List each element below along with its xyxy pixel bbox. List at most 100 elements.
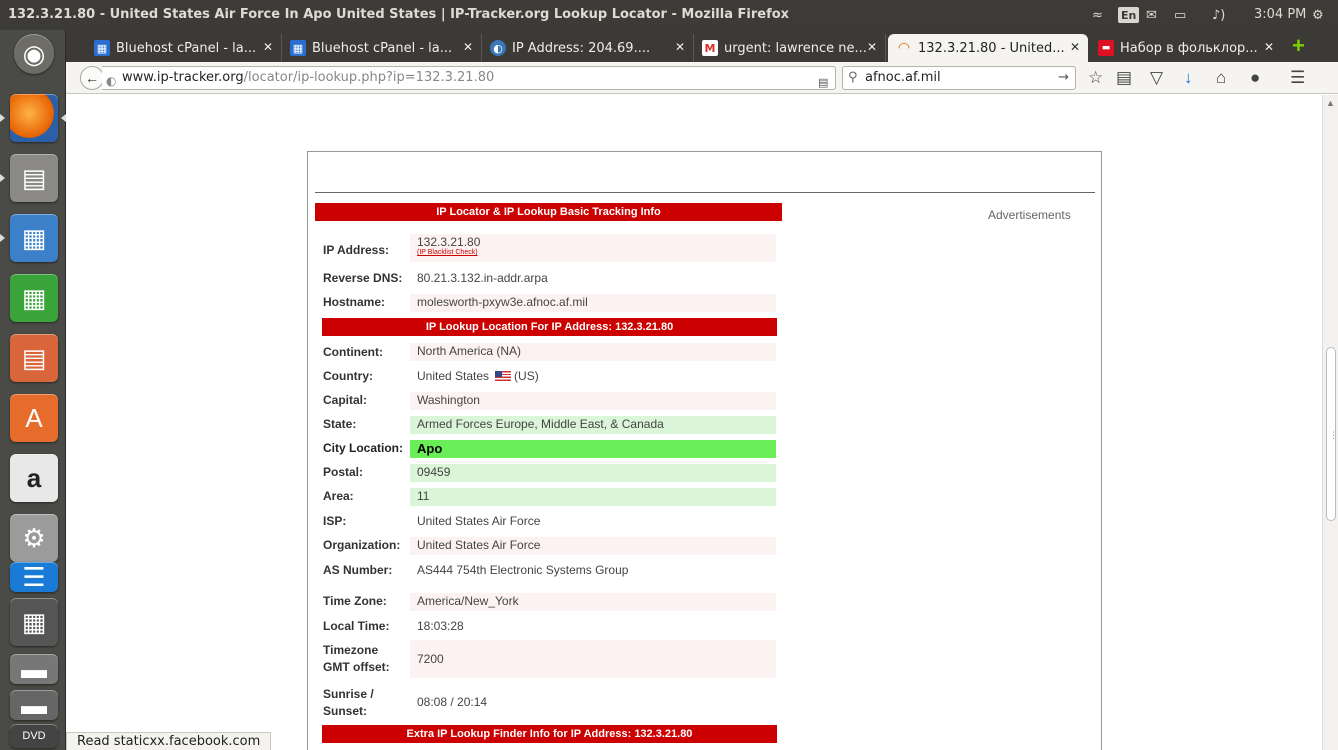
sunrise-sunset-value: 08:08 / 20:14 [417, 695, 488, 709]
search-go-arrow-icon[interactable]: → [1058, 67, 1069, 89]
mail-icon[interactable]: ✉ [1146, 5, 1157, 25]
ip-address-label: IP Address: [323, 243, 390, 257]
postal-label: Postal: [323, 465, 364, 479]
status-bar: Read staticxx.facebook.com [66, 732, 272, 750]
running-indicator [0, 114, 5, 122]
launcher: ◉ ▤ ▦ ▦ ▤ A a ⚙ ☰ ▦ ▬ ▬ DVD [0, 30, 66, 750]
country-code: (US) [514, 369, 539, 383]
vertical-scrollbar[interactable]: ▲ ⋮ [1322, 95, 1338, 750]
tab-bluehost-1[interactable]: ▦ Bluehost cPanel - la... ✕ [86, 34, 282, 62]
close-icon[interactable]: ✕ [263, 40, 273, 54]
organization-value: United States Air Force [410, 537, 776, 555]
flag-icon: ▬ [1098, 40, 1114, 56]
city-location-label: City Location: [323, 441, 403, 455]
hamburger-menu-icon[interactable]: ☰ [1290, 68, 1305, 88]
close-icon[interactable]: ✕ [1264, 40, 1274, 54]
window-title: 132.3.21.80 - United States Air Force In… [8, 7, 790, 22]
running-indicator [0, 174, 5, 182]
tab-folklore[interactable]: ▬ Набор в фольклор... ✕ [1090, 34, 1282, 62]
trash-icon[interactable]: ▬ [10, 690, 58, 720]
wifi-icon[interactable]: ≈ [1092, 5, 1103, 25]
volume-icon[interactable]: ♪) [1212, 5, 1225, 25]
impress-icon[interactable]: ▤ [10, 334, 58, 382]
as-number-label: AS Number: [323, 563, 393, 577]
nav-bar: ← ◐ www.ip-tracker.org/locator/ip-lookup… [66, 62, 1338, 94]
drive-icon[interactable]: ▬ [10, 654, 58, 684]
grid-icon: ▦ [290, 40, 306, 56]
reader-view-icon[interactable]: ▤ [818, 72, 828, 94]
dash-home-icon[interactable]: ◉ [14, 34, 54, 74]
tab-label: IP Address: 204.69.... [512, 40, 651, 56]
dvd-icon[interactable]: DVD [10, 724, 58, 748]
organization-label: Organization: [323, 538, 401, 552]
postal-value: 09459 [410, 464, 776, 482]
globe-icon: ◐ [490, 40, 506, 56]
clock[interactable]: 3:04 PM [1254, 7, 1306, 22]
us-flag-icon [495, 371, 512, 381]
battery-icon[interactable]: ▭ [1174, 5, 1186, 25]
local-time-label: Local Time: [323, 619, 390, 633]
close-icon[interactable]: ✕ [1070, 40, 1080, 54]
bookmarks-menu-icon[interactable]: ▤ [1116, 68, 1132, 88]
url-path: /locator/ip-lookup.php?ip=132.3.21.80 [243, 70, 495, 85]
home-icon[interactable]: ⌂ [1216, 68, 1226, 88]
loading-icon: ◠ [897, 40, 911, 56]
page-content: Advertisements IP Locator & IP Lookup Ba… [66, 95, 1322, 750]
location-info-header: IP Lookup Location For IP Address: 132.3… [322, 318, 777, 336]
stacked-apps-icon[interactable]: ☰ [10, 562, 58, 592]
calc-icon[interactable]: ▦ [10, 274, 58, 322]
tab-label: Bluehost cPanel - la... [312, 40, 453, 56]
gmt-offset-label: Timezone GMT offset: [323, 642, 390, 676]
sunrise-sunset-label-line-1: Sunrise / [323, 687, 374, 701]
basic-info-header: IP Locator & IP Lookup Basic Tracking In… [315, 203, 782, 221]
workspace-switcher-icon[interactable]: ▦ [10, 598, 58, 646]
extra-info-header: Extra IP Lookup Finder Info for IP Addre… [322, 725, 777, 743]
scroll-up-arrow-icon[interactable]: ▲ [1326, 98, 1335, 108]
downloads-arrow-icon[interactable]: ↓ [1184, 68, 1193, 88]
url-bar[interactable]: ◐ www.ip-tracker.org/locator/ip-lookup.p… [102, 66, 865, 92]
tab-label: 132.3.21.80 - United... [918, 40, 1065, 56]
tab-strip: ▦ Bluehost cPanel - la... ✕ ▦ Bluehost c… [66, 30, 1338, 62]
tab-ip-address[interactable]: ◐ IP Address: 204.69.... ✕ [482, 34, 694, 62]
ip-address-value-cell: 132.3.21.80 (IP Blacklist Check) [410, 234, 776, 262]
software-center-icon[interactable]: A [10, 394, 58, 442]
gmt-offset-value: 7200 [410, 640, 776, 678]
new-tab-plus-icon[interactable]: + [1292, 35, 1305, 57]
writer-icon[interactable]: ▦ [10, 214, 58, 262]
tab-gmail[interactable]: M urgent: lawrence ne... ✕ [694, 34, 886, 62]
hostname-value: molesworth-pxyw3e.afnoc.af.mil [410, 294, 776, 312]
system-settings-icon[interactable]: ⚙ [10, 514, 58, 562]
grid-icon: ▦ [94, 40, 110, 56]
area-label: Area: [323, 489, 354, 503]
capital-value: Washington [410, 392, 776, 410]
url-host: www.ip-tracker.org [122, 70, 244, 85]
search-icon[interactable]: ⚲ [848, 67, 858, 89]
close-icon[interactable]: ✕ [675, 40, 685, 54]
firefox-icon[interactable] [10, 94, 58, 142]
amazon-icon[interactable]: a [10, 454, 58, 502]
files-icon[interactable]: ▤ [10, 154, 58, 202]
isp-value: United States Air Force [417, 514, 541, 528]
pocket-icon[interactable]: ▽ [1150, 68, 1163, 88]
continent-label: Continent: [323, 345, 383, 359]
site-identity-globe-icon[interactable]: ◐ [106, 70, 116, 92]
country-value-cell: United States (US) [410, 368, 776, 385]
page-frame: Advertisements IP Locator & IP Lookup Ba… [307, 151, 1102, 750]
close-icon[interactable]: ✕ [463, 40, 473, 54]
close-icon[interactable]: ✕ [867, 40, 877, 54]
time-zone-label: Time Zone: [323, 594, 387, 608]
tab-bluehost-2[interactable]: ▦ Bluehost cPanel - la... ✕ [282, 34, 482, 62]
gmail-icon: M [702, 40, 718, 56]
back-arrow-icon[interactable]: ← [80, 66, 104, 90]
divider [315, 192, 1095, 193]
bookmark-star-icon[interactable]: ☆ [1088, 68, 1103, 88]
chat-bubble-icon[interactable]: ● [1250, 68, 1260, 88]
settings-gear-icon[interactable]: ⚙ [1312, 5, 1324, 25]
ip-address-value: 132.3.21.80 [417, 235, 481, 249]
search-input[interactable]: ⚲ afnoc.af.mil → [842, 66, 1076, 90]
tab-ip-tracker[interactable]: ◠ 132.3.21.80 - United... ✕ [888, 34, 1088, 62]
ip-blacklist-check-link[interactable]: (IP Blacklist Check) [417, 249, 776, 257]
reverse-dns-value: 80.21.3.132.in-addr.arpa [417, 271, 548, 285]
capital-label: Capital: [323, 393, 368, 407]
keyboard-layout-indicator[interactable]: En [1118, 7, 1140, 23]
